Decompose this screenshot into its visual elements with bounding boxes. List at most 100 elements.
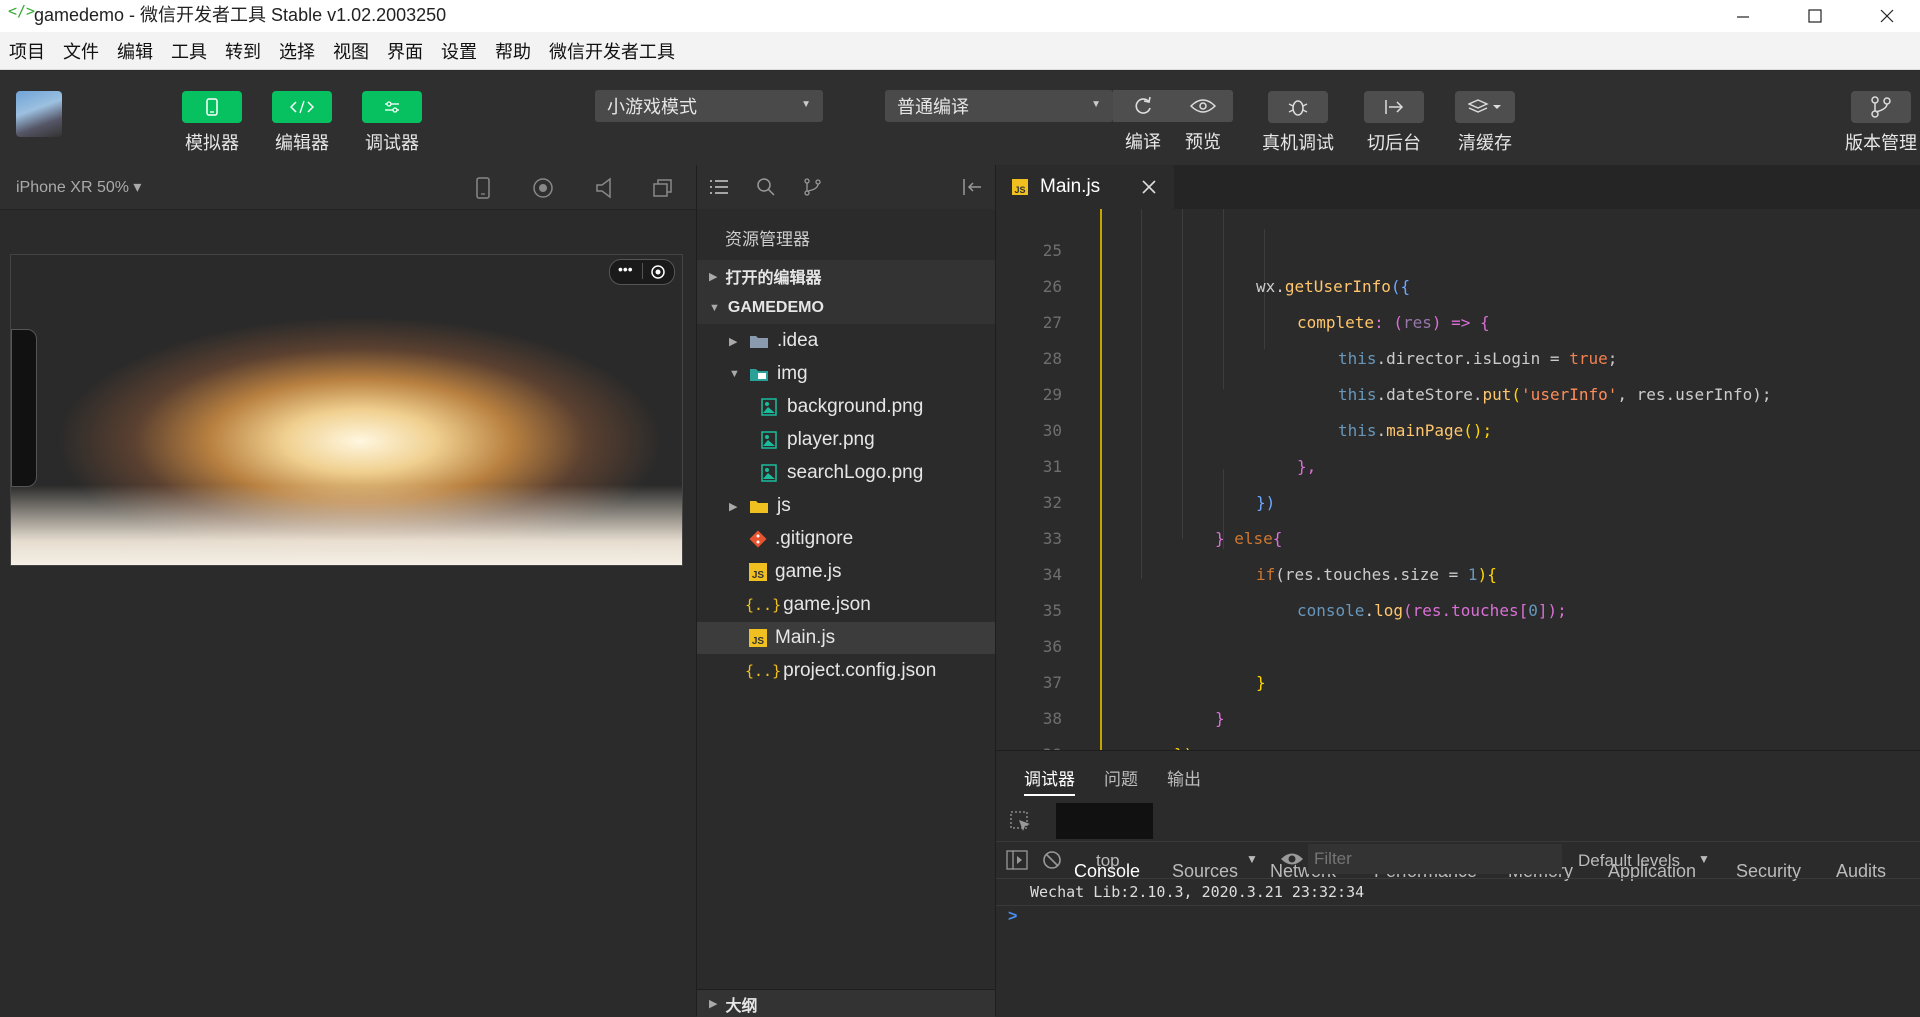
preview-button[interactable]: 预览 (1173, 90, 1233, 154)
debugger-toggle-button[interactable]: 调试器 (362, 91, 422, 155)
tree-item-game-json[interactable]: {..} game.json (697, 589, 995, 621)
simulator-panel: iPhone XR 50% ▾ ••• (0, 165, 697, 1016)
chevron-down-icon: ▼ (1091, 99, 1101, 110)
clear-console-icon[interactable] (1042, 850, 1062, 870)
log-levels-select[interactable]: Default levels ▼ (1578, 846, 1718, 874)
more-icon[interactable]: ••• (618, 261, 633, 277)
menu-view[interactable]: 视图 (333, 38, 369, 64)
context-select-value: top (1096, 851, 1120, 870)
menu-bar: 项目 文件 编辑 工具 转到 选择 视图 界面 设置 帮助 微信开发者工具 (0, 32, 1920, 70)
editor-toggle-button[interactable]: 编辑器 (272, 91, 332, 155)
mode-select[interactable]: 小游戏模式 ▼ (595, 90, 823, 122)
menu-help[interactable]: 帮助 (495, 38, 531, 64)
inspect-element-icon[interactable] (1010, 811, 1032, 833)
context-select[interactable]: top ▼ (1080, 846, 1264, 874)
js-file-icon: JS (1012, 179, 1028, 195)
debugger-panel: 调试器 问题 输出 Console Sources Network Perfor… (996, 750, 1920, 1017)
code-line: 31 }) (996, 413, 1920, 512)
collapse-panel-icon[interactable] (961, 177, 983, 197)
editor-tab-main-js[interactable]: JS Main.js (996, 165, 1174, 209)
open-editors-section[interactable]: ▶ 打开的编辑器 (697, 260, 995, 292)
debugger-label: 调试器 (365, 133, 419, 153)
tree-item-background-png[interactable]: background.png (697, 391, 995, 423)
menu-tools[interactable]: 工具 (171, 38, 207, 64)
console-message: Wechat Lib:2.10.3, 2020.3.21 23:32:34 (996, 879, 1920, 906)
capsule-menu-button[interactable]: ••• (609, 259, 675, 285)
exit-miniprogram-icon[interactable] (650, 264, 666, 280)
avatar[interactable] (16, 91, 62, 137)
devtools-tab-active-bg (1056, 803, 1153, 839)
json-file-icon: {..} (745, 662, 782, 680)
menu-edit[interactable]: 编辑 (117, 38, 153, 64)
switch-background-icon (1364, 91, 1424, 123)
background-button[interactable]: 切后台 (1364, 91, 1424, 155)
record-icon[interactable] (532, 177, 554, 199)
chevron-right-icon: ▶ (709, 998, 718, 1010)
search-icon[interactable] (756, 177, 776, 197)
tree-item-searchlogo-png[interactable]: searchLogo.png (697, 457, 995, 489)
image-folder-icon (750, 369, 768, 381)
device-notch (11, 329, 37, 487)
clear-cache-button[interactable]: 清缓存 (1455, 91, 1515, 155)
project-section[interactable]: ▼ GAMEDEMO (697, 292, 995, 324)
console-input[interactable]: > (996, 906, 1920, 1017)
chevron-right-icon: ▶ (729, 500, 738, 513)
menu-settings[interactable]: 设置 (441, 38, 477, 64)
code-editor: JS Main.js 25 wx.getUserInfo({ 26 comple… (996, 165, 1920, 750)
layers-icon (1455, 91, 1515, 123)
tab-problems[interactable]: 问题 (1104, 765, 1138, 790)
js-file-icon: JS (749, 629, 767, 647)
code-line: 34 console.log(res.touches[0]); (996, 521, 1920, 620)
devtools-tab-bar: Console Sources Network Performance Memo… (996, 801, 1920, 881)
tree-item-gitignore[interactable]: .gitignore (697, 523, 995, 555)
tree-item-main-js[interactable]: JS Main.js (697, 622, 995, 654)
image-file-icon (761, 431, 777, 449)
code-line: 35 (996, 557, 1920, 620)
code-area[interactable]: 25 wx.getUserInfo({ 26 complete: (res) =… (996, 209, 1920, 750)
tree-item-label: Main.js (775, 627, 836, 648)
close-tab-icon[interactable] (1142, 180, 1156, 194)
tree-item-game-js[interactable]: JS game.js (697, 556, 995, 588)
menu-wechat-devtools[interactable]: 微信开发者工具 (549, 38, 675, 64)
version-control-label: 版本管理 (1845, 133, 1917, 153)
detach-window-icon[interactable] (652, 177, 674, 199)
menu-goto[interactable]: 转到 (225, 38, 261, 64)
title-bar: </> gamedemo - 微信开发者工具 Stable v1.02.2003… (0, 0, 1920, 32)
menu-select[interactable]: 选择 (279, 38, 315, 64)
compile-button[interactable]: 编译 (1113, 90, 1173, 154)
simulator-toggle-button[interactable]: 模拟器 (182, 91, 242, 155)
minimize-button[interactable] (1710, 0, 1776, 32)
tree-item-player-png[interactable]: player.png (697, 424, 995, 456)
eye-icon[interactable] (1280, 850, 1304, 868)
compile-label: 编译 (1125, 132, 1161, 152)
sidebar-toggle-icon[interactable] (1006, 850, 1028, 870)
phone-rotate-icon[interactable] (474, 177, 492, 199)
device-select[interactable]: iPhone XR 50% ▾ (16, 177, 141, 197)
tree-item-js[interactable]: ▶ js (697, 490, 995, 522)
volume-icon[interactable] (594, 177, 616, 199)
tab-output[interactable]: 输出 (1167, 765, 1201, 790)
outline-section[interactable]: ▶ 大纲 (697, 989, 995, 1017)
tab-debugger[interactable]: 调试器 (1024, 765, 1075, 796)
version-control-button[interactable]: 版本管理 (1845, 91, 1917, 155)
code-line: 33 if(res.touches.size = 1){ (996, 485, 1920, 584)
code-line: 28 this.dateStore.put('userInfo', res.us… (996, 305, 1920, 404)
source-control-icon[interactable] (803, 177, 823, 197)
clear-cache-label: 清缓存 (1458, 133, 1512, 153)
tree-item-img[interactable]: ▼ img (697, 358, 995, 390)
console-filter-input[interactable] (1308, 844, 1562, 874)
remote-debug-button[interactable]: 真机调试 (1262, 91, 1334, 155)
bug-icon (1268, 91, 1328, 123)
compile-mode-select[interactable]: 普通编译 ▼ (885, 90, 1113, 122)
game-canvas[interactable]: ••• (10, 254, 683, 566)
close-window-button[interactable] (1854, 0, 1920, 32)
menu-interface[interactable]: 界面 (387, 38, 423, 64)
list-icon[interactable] (709, 177, 729, 197)
maximize-button[interactable] (1782, 0, 1848, 32)
menu-file[interactable]: 文件 (63, 38, 99, 64)
tree-item-idea[interactable]: ▶ .idea (697, 325, 995, 357)
menu-project[interactable]: 项目 (9, 38, 45, 64)
tree-item-label: player.png (787, 429, 875, 450)
tree-item-project-config-json[interactable]: {..} project.config.json (697, 655, 995, 687)
debug-settings-icon (362, 91, 422, 123)
